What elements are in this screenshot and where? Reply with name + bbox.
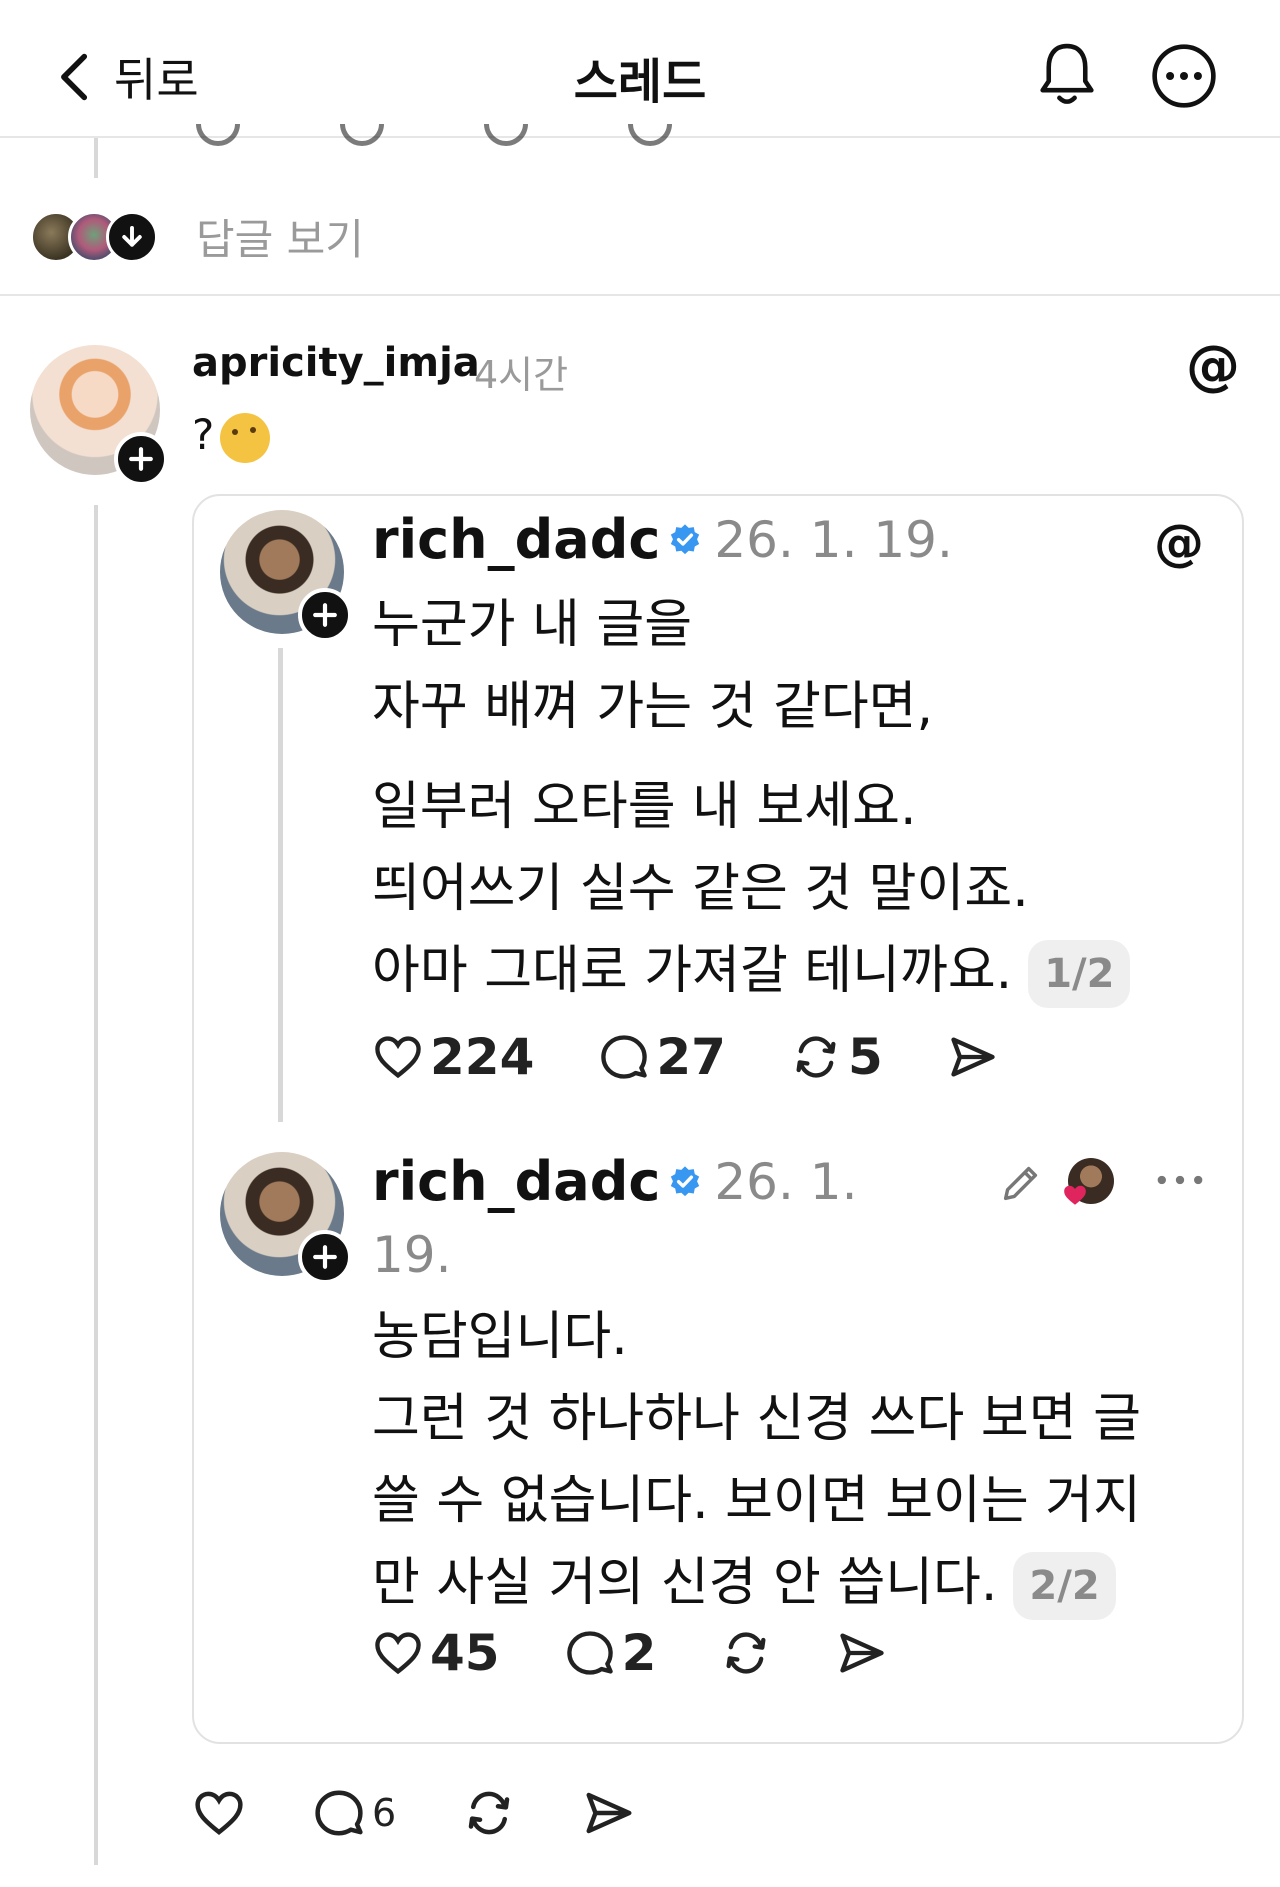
follow-plus-icon[interactable] bbox=[114, 432, 168, 486]
post-actions: 6 bbox=[192, 1786, 702, 1840]
like-button[interactable] bbox=[192, 1786, 246, 1840]
arrow-down-icon bbox=[106, 210, 158, 263]
repost-count: 5 bbox=[847, 1028, 883, 1086]
heart-icon bbox=[375, 1036, 421, 1079]
text-line: 자꾸 배껴 가는 것 같다면, bbox=[372, 677, 934, 737]
back-label: 뒤로 bbox=[114, 53, 199, 107]
post-text-content: ? bbox=[192, 410, 215, 459]
repost-button[interactable] bbox=[462, 1786, 516, 1840]
share-button[interactable] bbox=[836, 1627, 888, 1679]
reply-count: 2 bbox=[621, 1624, 657, 1682]
thinking-face-emoji-icon bbox=[220, 412, 271, 463]
follow-plus-icon[interactable] bbox=[298, 1230, 352, 1284]
reply-button[interactable]: 2 bbox=[564, 1624, 657, 1682]
page-indicator: 1/2 bbox=[1028, 940, 1131, 1008]
text-line-content: 만 사실 거의 신경 안 씁니다. bbox=[372, 1553, 998, 1613]
previous-post-actions-peek bbox=[196, 124, 672, 146]
repost-button[interactable] bbox=[720, 1627, 772, 1679]
like-count: 45 bbox=[430, 1624, 500, 1682]
threads-logo-icon: @ bbox=[1154, 514, 1204, 572]
more-options-icon[interactable] bbox=[1150, 42, 1218, 110]
text-line: 띄어쓰기 실수 같은 것 말이죠. bbox=[372, 859, 1029, 919]
post-username[interactable]: apricity_imja bbox=[192, 340, 480, 386]
text-line: 일부러 오타를 내 보세요. bbox=[372, 777, 917, 837]
like-button[interactable]: 224 bbox=[372, 1028, 534, 1086]
pencil-icon[interactable] bbox=[998, 1160, 1044, 1206]
text-line: 만 사실 거의 신경 안 씁니다. 2/2 bbox=[372, 1542, 1141, 1624]
quoted-date-continued: 19. bbox=[372, 1226, 452, 1284]
reply-count: 27 bbox=[656, 1028, 726, 1086]
threads-logo-icon: @ bbox=[1186, 334, 1240, 397]
quoted-date: 26. 1. bbox=[714, 1152, 858, 1211]
thread-line bbox=[278, 648, 283, 1122]
comment-icon bbox=[315, 1790, 363, 1836]
text-line-content: 아마 그대로 가져갈 테니까요. bbox=[372, 941, 1013, 1001]
comment-icon bbox=[601, 1035, 648, 1079]
thread-page: 뒤로 스레드 답글 보기 apricity_imja 4시간 @ ? rich_… bbox=[0, 0, 1280, 1887]
bell-icon[interactable] bbox=[1036, 40, 1098, 110]
follow-plus-icon[interactable] bbox=[298, 588, 352, 642]
divider bbox=[0, 294, 1280, 296]
quoted-post-actions: 224 27 5 bbox=[372, 1028, 1063, 1086]
post-time: 4시간 bbox=[474, 353, 569, 397]
repost-icon bbox=[796, 1036, 836, 1078]
text-line: 아마 그대로 가져갈 테니까요. 1/2 bbox=[372, 930, 1131, 1012]
quoted-thread-card[interactable]: rich_dadc 26. 1. 19. @ 누군가 내 글을 자꾸 배껴 가는… bbox=[192, 494, 1244, 1744]
reply-button[interactable]: 27 bbox=[598, 1028, 726, 1086]
thread-line bbox=[94, 138, 98, 178]
like-count: 224 bbox=[430, 1028, 535, 1086]
post-text: ? bbox=[192, 410, 271, 463]
comment-icon bbox=[566, 1631, 613, 1675]
like-button[interactable]: 45 bbox=[372, 1624, 500, 1682]
send-icon bbox=[840, 1633, 885, 1673]
text-line: 농담입니다. bbox=[372, 1307, 628, 1367]
quoted-post-text: 누군가 내 글을 자꾸 배껴 가는 것 같다면, 일부러 오타를 내 보세요. … bbox=[372, 584, 1131, 1012]
quoted-post-actions: 45 2 bbox=[372, 1624, 952, 1682]
repost-button[interactable]: 5 bbox=[790, 1028, 883, 1086]
view-replies-row[interactable]: 답글 보기 bbox=[30, 206, 364, 267]
verified-badge-icon bbox=[671, 523, 700, 554]
top-bar: 뒤로 스레드 bbox=[0, 0, 1280, 138]
reply-count: 6 bbox=[372, 1791, 397, 1835]
more-horizontal-icon[interactable] bbox=[1154, 1168, 1206, 1192]
quoted-post-header: rich_dadc 26. 1. 19. bbox=[372, 508, 953, 571]
repost-icon bbox=[468, 1791, 510, 1835]
back-button[interactable]: 뒤로 bbox=[56, 44, 199, 110]
chevron-left-icon bbox=[61, 53, 88, 101]
share-button[interactable] bbox=[947, 1031, 999, 1083]
repost-icon bbox=[726, 1632, 766, 1674]
quoted-date: 26. 1. 19. bbox=[714, 510, 953, 569]
verified-badge-icon bbox=[671, 1165, 700, 1196]
quoted-post-header: rich_dadc 26. 1. bbox=[372, 1150, 857, 1213]
view-replies-label: 답글 보기 bbox=[196, 215, 364, 264]
page-indicator: 2/2 bbox=[1013, 1552, 1116, 1620]
send-icon bbox=[951, 1037, 995, 1077]
quoted-username[interactable]: rich_dadc bbox=[372, 1150, 660, 1213]
share-button[interactable] bbox=[582, 1786, 636, 1840]
reply-button[interactable]: 6 bbox=[312, 1786, 396, 1840]
quoted-username[interactable]: rich_dadc bbox=[372, 508, 660, 571]
text-line: 누군가 내 글을 bbox=[372, 595, 693, 655]
thread-line bbox=[94, 505, 98, 1865]
text-line: 그런 것 하나하나 신경 쓰다 보면 글 bbox=[372, 1389, 1141, 1449]
red-heart-icon bbox=[1064, 1185, 1086, 1205]
quoted-post-text: 농담입니다. 그런 것 하나하나 신경 쓰다 보면 글 쓸 수 없습니다. 보이… bbox=[372, 1296, 1141, 1624]
send-icon bbox=[586, 1792, 632, 1834]
heart-icon bbox=[375, 1632, 421, 1675]
heart-icon bbox=[195, 1791, 243, 1835]
text-line: 쓸 수 없습니다. 보이면 보이는 거지 bbox=[372, 1471, 1141, 1531]
